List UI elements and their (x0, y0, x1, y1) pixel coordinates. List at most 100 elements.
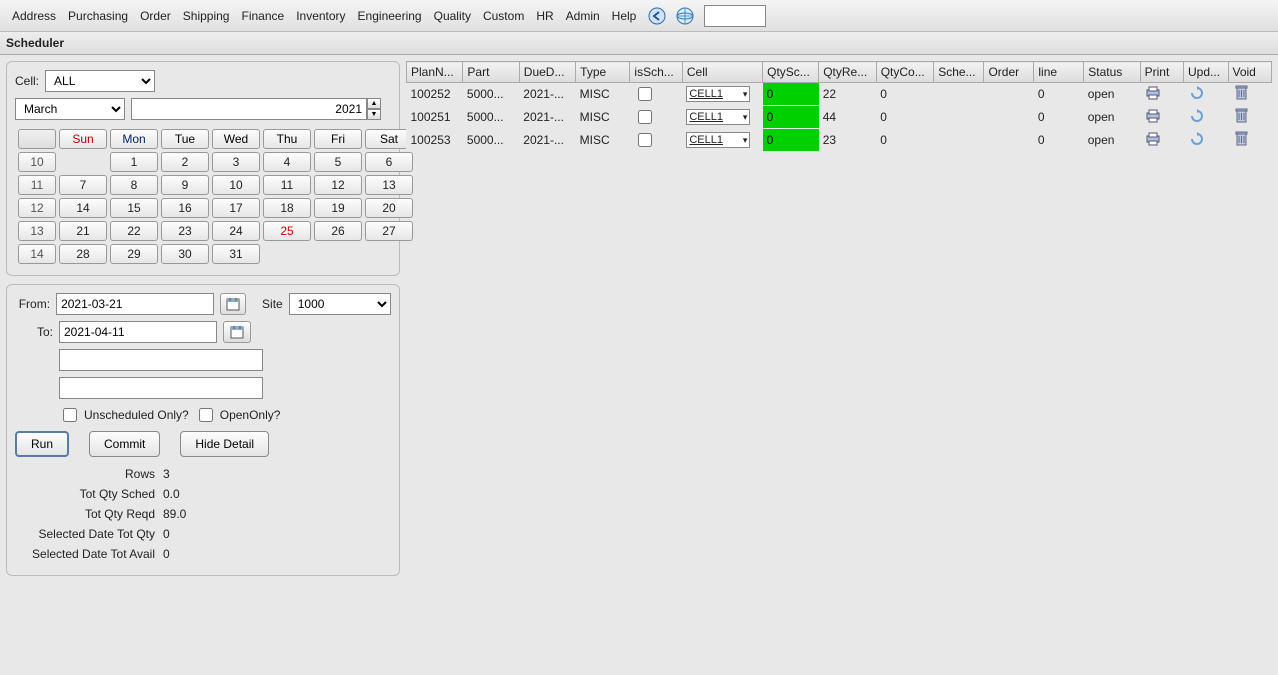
table-row[interactable]: 1002535000...2021-...MISCCELL102300open (407, 129, 1272, 152)
calendar-day-23[interactable]: 23 (161, 221, 209, 241)
cell-filter-select[interactable]: ALL (45, 70, 155, 92)
void-row-button[interactable] (1232, 108, 1250, 124)
calendar-day-9[interactable]: 9 (161, 175, 209, 195)
cell-select[interactable]: CELL1 (686, 109, 750, 125)
col-header[interactable]: Cell (682, 62, 762, 83)
calendar-day-5[interactable]: 5 (314, 152, 362, 172)
menu-engineering[interactable]: Engineering (352, 5, 428, 27)
run-button[interactable]: Run (15, 431, 69, 457)
col-header[interactable]: Sche... (934, 62, 984, 83)
update-row-button[interactable] (1188, 131, 1206, 147)
year-spin-down[interactable]: ▼ (367, 109, 381, 120)
calendar-day-25[interactable]: 25 (263, 221, 311, 241)
year-spin-up[interactable]: ▲ (367, 98, 381, 109)
col-header[interactable]: Void (1228, 62, 1272, 83)
col-header[interactable]: Part (463, 62, 519, 83)
calendar-week-13[interactable]: 13 (18, 221, 56, 241)
calendar-day-30[interactable]: 30 (161, 244, 209, 264)
calendar-day-1[interactable]: 1 (110, 152, 158, 172)
menu-order[interactable]: Order (134, 5, 177, 27)
calendar-day-31[interactable]: 31 (212, 244, 260, 264)
calendar-day-26[interactable]: 26 (314, 221, 362, 241)
calendar-week-10[interactable]: 10 (18, 152, 56, 172)
calendar-week-12[interactable]: 12 (18, 198, 56, 218)
hide-detail-button[interactable]: Hide Detail (180, 431, 269, 457)
calendar-week-14[interactable]: 14 (18, 244, 56, 264)
col-header[interactable]: QtyRe... (819, 62, 877, 83)
calendar-day-19[interactable]: 19 (314, 198, 362, 218)
print-row-button[interactable] (1144, 108, 1162, 124)
unscheduled-only-checkbox[interactable]: Unscheduled Only? (59, 405, 189, 425)
void-row-button[interactable] (1232, 85, 1250, 101)
table-row[interactable]: 1002525000...2021-...MISCCELL102200open (407, 83, 1272, 106)
calendar-day-14[interactable]: 14 (59, 198, 107, 218)
menu-custom[interactable]: Custom (477, 5, 530, 27)
menu-search-input[interactable] (704, 5, 766, 27)
unscheduled-checkbox-input[interactable] (63, 408, 77, 422)
calendar-day-8[interactable]: 8 (110, 175, 158, 195)
to-date-input[interactable] (59, 321, 217, 343)
void-row-button[interactable] (1232, 131, 1250, 147)
update-row-button[interactable] (1188, 85, 1206, 101)
col-header[interactable]: Upd... (1184, 62, 1228, 83)
site-select[interactable]: 1000 (289, 293, 391, 315)
nav-back-button[interactable] (644, 5, 670, 27)
calendar-day-2[interactable]: 2 (161, 152, 209, 172)
calendar-day-7[interactable]: 7 (59, 175, 107, 195)
col-header[interactable]: isSch... (630, 62, 682, 83)
update-row-button[interactable] (1188, 108, 1206, 124)
print-row-button[interactable] (1144, 131, 1162, 147)
calendar-day-12[interactable]: 12 (314, 175, 362, 195)
calendar-year-input[interactable] (131, 98, 367, 120)
calendar-day-18[interactable]: 18 (263, 198, 311, 218)
menu-address[interactable]: Address (6, 5, 62, 27)
calendar-day-28[interactable]: 28 (59, 244, 107, 264)
col-header[interactable]: DueD... (519, 62, 575, 83)
calendar-day-21[interactable]: 21 (59, 221, 107, 241)
to-date-picker[interactable] (223, 321, 251, 343)
col-header[interactable]: Status (1084, 62, 1140, 83)
is-scheduled-checkbox[interactable] (638, 110, 652, 124)
menu-help[interactable]: Help (606, 5, 643, 27)
cell-select[interactable]: CELL1 (686, 86, 750, 102)
is-scheduled-checkbox[interactable] (638, 133, 652, 147)
menu-quality[interactable]: Quality (428, 5, 477, 27)
menu-finance[interactable]: Finance (235, 5, 290, 27)
calendar-day-17[interactable]: 17 (212, 198, 260, 218)
from-date-input[interactable] (56, 293, 214, 315)
table-row[interactable]: 1002515000...2021-...MISCCELL104400open (407, 106, 1272, 129)
calendar-week-11[interactable]: 11 (18, 175, 56, 195)
col-header[interactable]: Type (576, 62, 630, 83)
col-header[interactable]: QtyCo... (876, 62, 934, 83)
open-only-checkbox[interactable]: OpenOnly? (195, 405, 281, 425)
filter-extra-1[interactable] (59, 349, 263, 371)
from-date-picker[interactable] (220, 293, 246, 315)
calendar-day-29[interactable]: 29 (110, 244, 158, 264)
col-header[interactable]: PlanN... (407, 62, 463, 83)
calendar-day-24[interactable]: 24 (212, 221, 260, 241)
menu-shipping[interactable]: Shipping (177, 5, 236, 27)
col-header[interactable]: QtySc... (763, 62, 819, 83)
calendar-day-10[interactable]: 10 (212, 175, 260, 195)
calendar-day-4[interactable]: 4 (263, 152, 311, 172)
cell-select[interactable]: CELL1 (686, 132, 750, 148)
calendar-day-22[interactable]: 22 (110, 221, 158, 241)
print-row-button[interactable] (1144, 85, 1162, 101)
calendar-day-3[interactable]: 3 (212, 152, 260, 172)
calendar-day-15[interactable]: 15 (110, 198, 158, 218)
commit-button[interactable]: Commit (89, 431, 160, 457)
filter-extra-2[interactable] (59, 377, 263, 399)
openonly-checkbox-input[interactable] (199, 408, 213, 422)
calendar-day-16[interactable]: 16 (161, 198, 209, 218)
col-header[interactable]: Order (984, 62, 1034, 83)
col-header[interactable]: line (1034, 62, 1084, 83)
menu-inventory[interactable]: Inventory (290, 5, 351, 27)
is-scheduled-checkbox[interactable] (638, 87, 652, 101)
col-header[interactable]: Print (1140, 62, 1183, 83)
menu-purchasing[interactable]: Purchasing (62, 5, 134, 27)
menu-hr[interactable]: HR (530, 5, 559, 27)
calendar-month-select[interactable]: March (15, 98, 125, 120)
nav-globe-button[interactable] (672, 5, 698, 27)
menu-admin[interactable]: Admin (560, 5, 606, 27)
calendar-day-11[interactable]: 11 (263, 175, 311, 195)
